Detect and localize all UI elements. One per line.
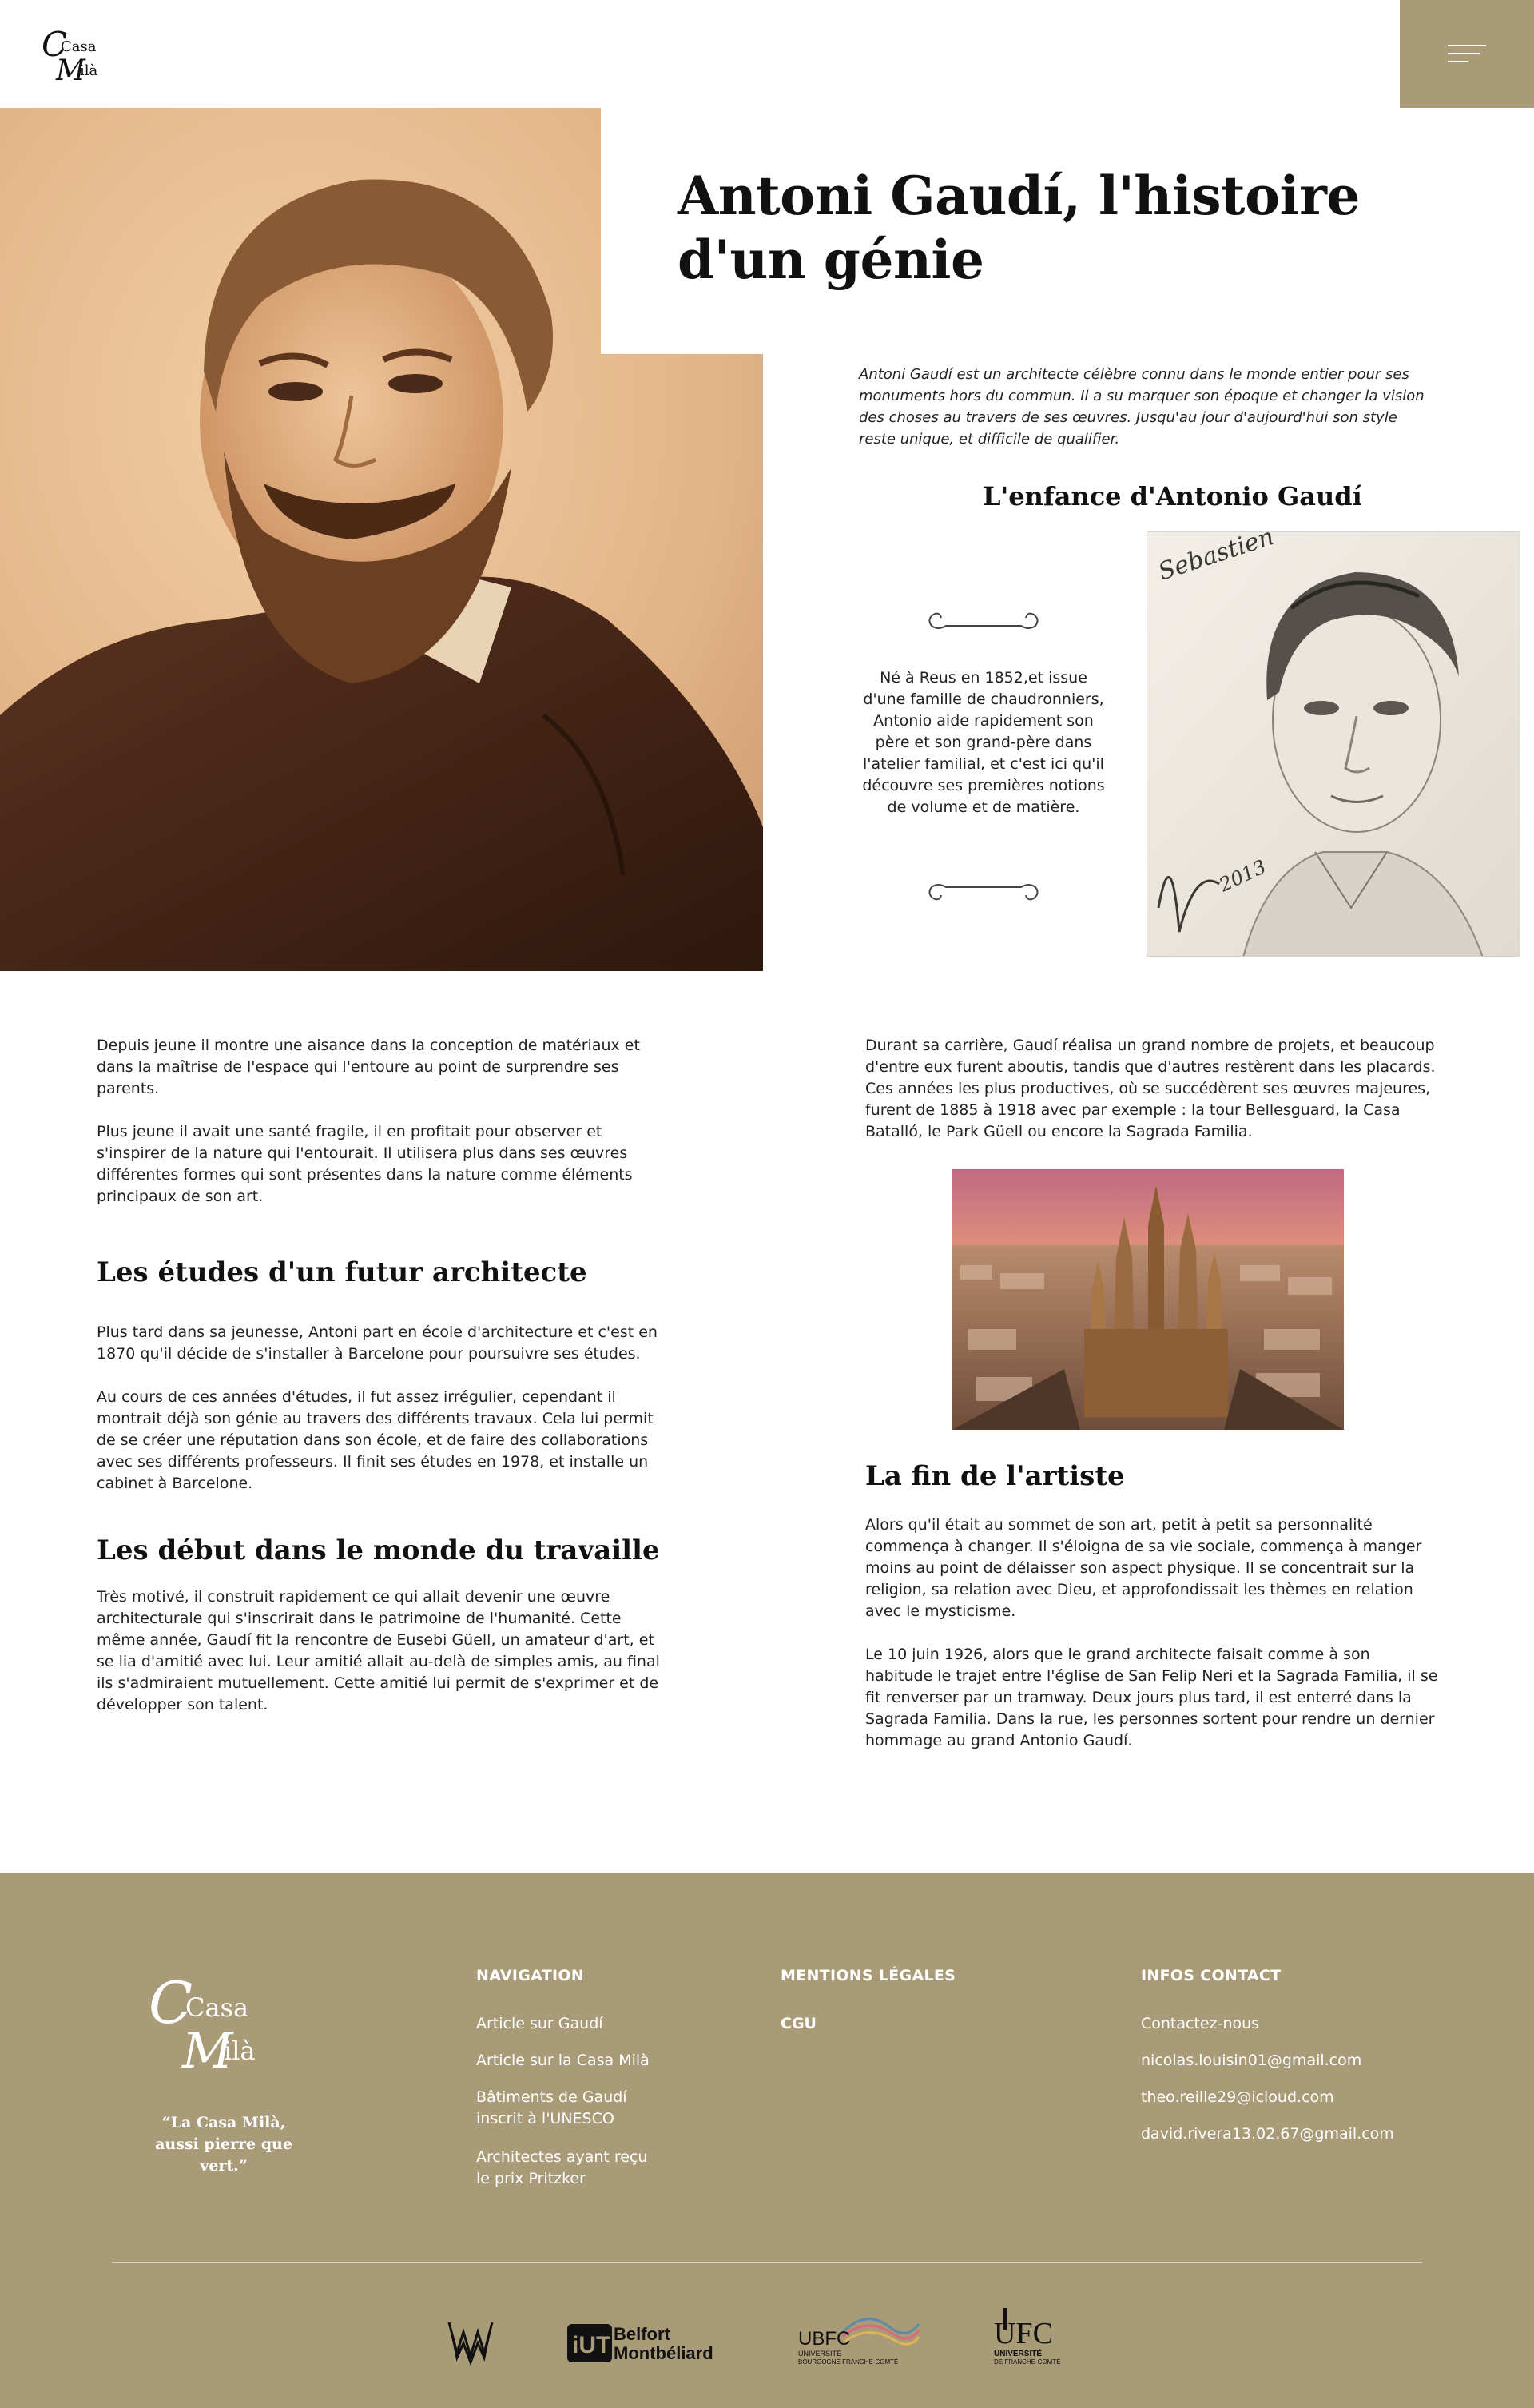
footer-contact-heading: INFOS CONTACT bbox=[1141, 1967, 1282, 1984]
footer-email-theo[interactable]: theo.reille29@icloud.com bbox=[1141, 2087, 1334, 2108]
young-gaudi-sketch: Sebastien 2013 bbox=[1147, 531, 1520, 957]
left-paragraph-2: Plus jeune il avait une santé fragile, i… bbox=[97, 1123, 633, 1205]
ufc-sub1-text: UNIVERSITÉ bbox=[994, 2348, 1042, 2358]
childhood-heading: L'enfance d'Antonio Gaudí bbox=[983, 481, 1362, 511]
menu-icon-line bbox=[1448, 61, 1468, 62]
site-footer: C Casa M ilà “La Casa Milà, aussi pierre… bbox=[0, 1873, 1534, 2408]
menu-icon-line bbox=[1448, 53, 1480, 54]
casa-mila-logo[interactable]: C Casa M ilà bbox=[40, 24, 117, 87]
end-heading: La fin de l'artiste bbox=[865, 1460, 1125, 1492]
end-text: Alors qu'il était au sommet de son art, … bbox=[865, 1514, 1441, 1752]
footer-link-contact[interactable]: Contactez-nous bbox=[1141, 2013, 1259, 2035]
crown-logo-icon[interactable] bbox=[446, 2308, 495, 2366]
ufc-name-text: UFC bbox=[994, 2317, 1053, 2350]
page-title: Antoni Gaudí, l'histoire d'un génie bbox=[678, 165, 1360, 291]
career-text: Durant sa carrière, Gaudí réalisa un gra… bbox=[865, 1035, 1441, 1143]
footer-logo-text-casa: Casa bbox=[185, 1992, 248, 2023]
end-paragraph-1: Alors qu'il était au sommet de son art, … bbox=[865, 1516, 1422, 1620]
work-text: Très motivé, il construit rapidement ce … bbox=[97, 1586, 668, 1716]
footer-link-pritzker-architects[interactable]: Architectes ayant reçu le prix Pritzker bbox=[476, 2147, 660, 2190]
ubfc-name-text: UBFC bbox=[798, 2328, 850, 2350]
work-heading: Les début dans le monde du travaille bbox=[97, 1534, 660, 1566]
footer-divider bbox=[112, 2262, 1422, 2263]
ufc-sub2-text: DE FRANCHE-COMTÉ bbox=[994, 2358, 1061, 2366]
footer-link-cgu[interactable]: CGU bbox=[781, 2013, 817, 2035]
footer-casa-mila-logo[interactable]: C Casa M ilà bbox=[149, 1968, 292, 2080]
ubfc-logo[interactable]: UBFC UNIVERSITÉ BOURGOGNE FRANCHE-COMTÉ bbox=[795, 2308, 923, 2366]
footer-quote: “La Casa Milà, aussi pierre que vert.” bbox=[155, 2114, 292, 2175]
work-paragraph-1: Très motivé, il construit rapidement ce … bbox=[97, 1588, 660, 1713]
logo-text-casa: Casa bbox=[61, 38, 97, 55]
footer-legal-heading: MENTIONS LÉGALES bbox=[781, 1967, 956, 1984]
left-intro-text: Depuis jeune il montre une aisance dans … bbox=[97, 1035, 664, 1208]
footer-nav-heading: NAVIGATION bbox=[476, 1967, 584, 1984]
menu-icon bbox=[1448, 45, 1486, 46]
menu-button[interactable] bbox=[1400, 0, 1534, 108]
ufc-logo[interactable]: UFC UNIVERSITÉ DE FRANCHE-COMTÉ bbox=[991, 2308, 1095, 2366]
ubfc-sub1-text: UNIVERSITÉ bbox=[798, 2350, 841, 2358]
studies-heading: Les études d'un futur architecte bbox=[97, 1256, 587, 1288]
footer-email-nicolas[interactable]: nicolas.louisin01@gmail.com bbox=[1141, 2050, 1361, 2072]
svg-text:ilà: ilà bbox=[80, 62, 98, 79]
left-paragraph-1: Depuis jeune il montre une aisance dans … bbox=[97, 1037, 640, 1097]
scroll-ornament-bottom-icon bbox=[925, 878, 1042, 906]
ubfc-sub2-text: BOURGOGNE FRANCHE-COMTÉ bbox=[798, 2358, 898, 2366]
career-paragraph-1: Durant sa carrière, Gaudí réalisa un gra… bbox=[865, 1037, 1436, 1140]
iut-mark-text: iUT bbox=[572, 2332, 610, 2358]
intro-text: Antoni Gaudí est un architecte célèbre c… bbox=[859, 366, 1425, 448]
footer-link-unesco-buildings[interactable]: Bâtiments de Gaudí inscrit à l'UNESCO bbox=[476, 2087, 660, 2130]
end-paragraph-2: Le 10 juin 1926, alors que le grand arch… bbox=[865, 1646, 1438, 1749]
scroll-ornament-top-icon bbox=[925, 607, 1042, 635]
footer-link-gaudi-article[interactable]: Article sur Gaudí bbox=[476, 2013, 660, 2035]
iut-line1-text: Belfort bbox=[614, 2324, 671, 2344]
studies-text: Plus tard dans sa jeunesse, Antoni part … bbox=[97, 1322, 668, 1495]
studies-paragraph-2: Au cours de ces années d'études, il fut … bbox=[97, 1388, 654, 1492]
footer-link-casa-mila-article[interactable]: Article sur la Casa Milà bbox=[476, 2050, 660, 2072]
svg-text:ilà: ilà bbox=[224, 2036, 256, 2066]
sagrada-familia-photo bbox=[952, 1169, 1344, 1430]
studies-paragraph-1: Plus tard dans sa jeunesse, Antoni part … bbox=[97, 1323, 658, 1363]
childhood-text: Né à Reus en 1852,et issue d'une famille… bbox=[862, 669, 1105, 816]
footer-email-david[interactable]: david.rivera13.02.67@gmail.com bbox=[1141, 2123, 1394, 2145]
iut-line2-text: Montbéliard bbox=[614, 2343, 713, 2363]
iut-belfort-montbeliard-logo[interactable]: iUT Belfort Montbéliard bbox=[567, 2308, 727, 2366]
